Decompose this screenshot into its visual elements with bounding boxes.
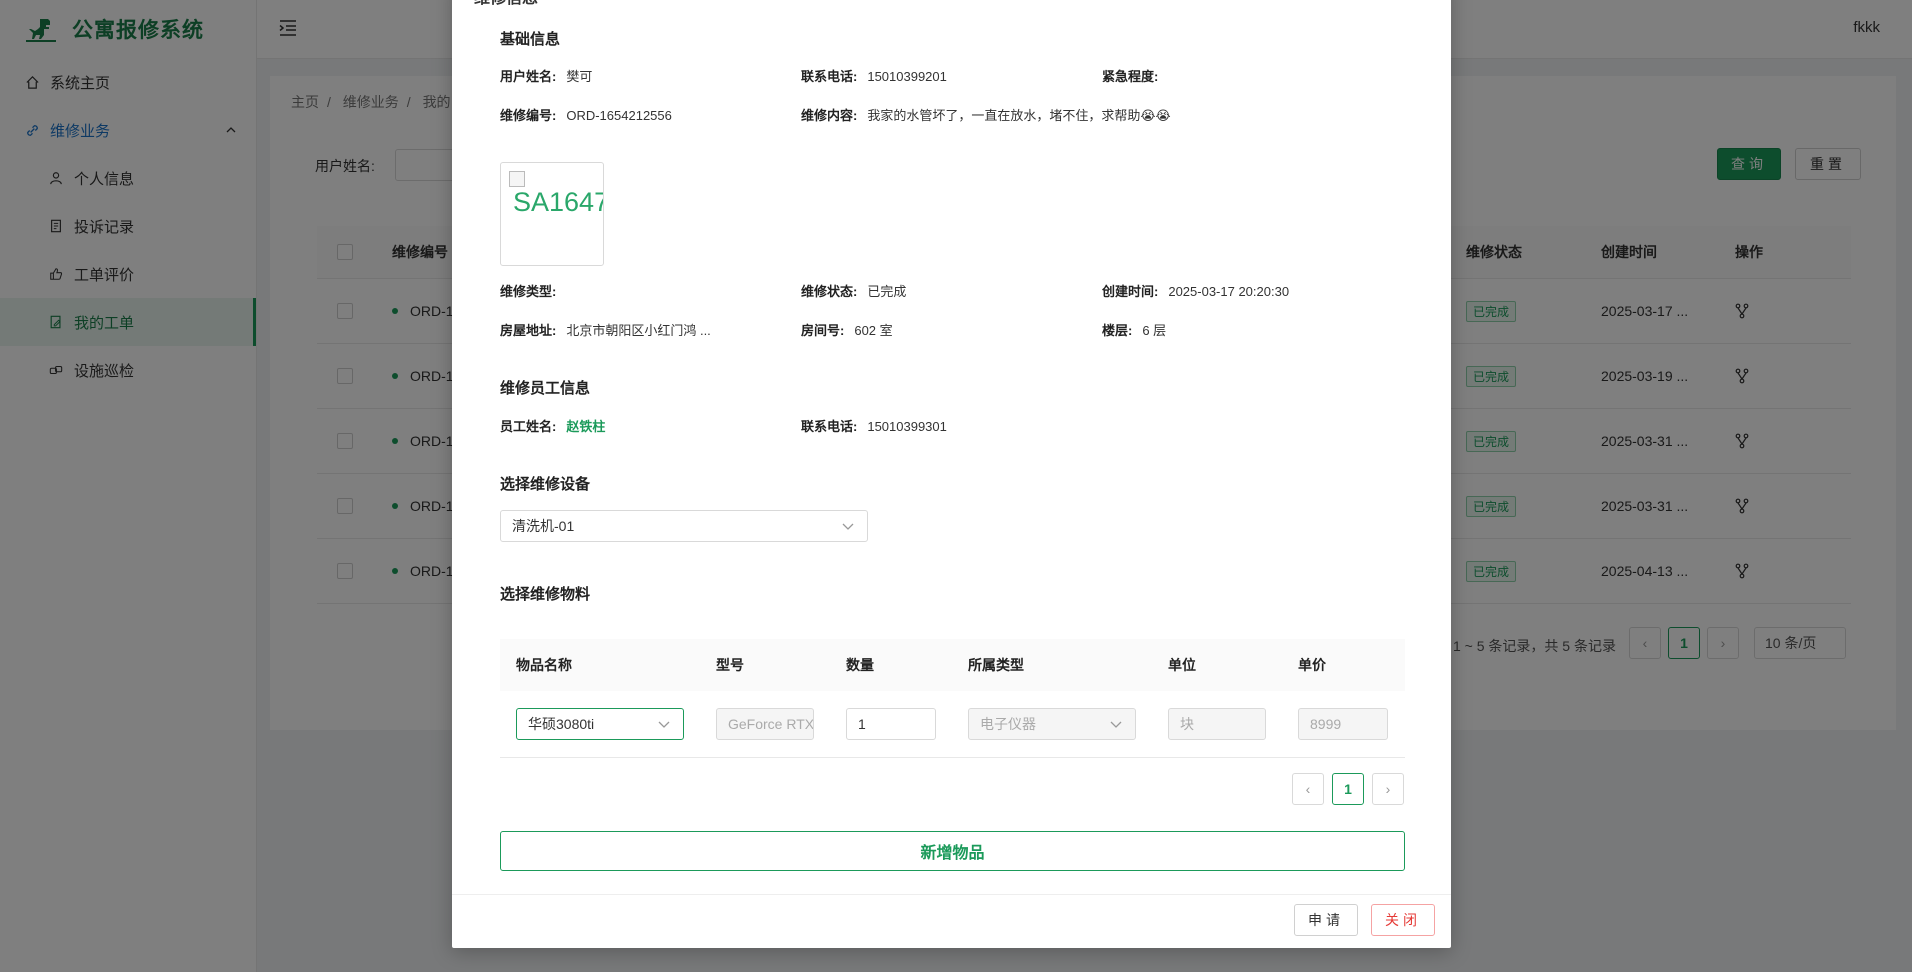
- field-label: 维修内容:: [801, 108, 858, 123]
- header-qty: 数量: [846, 657, 874, 673]
- field-value: 赵铁柱: [566, 419, 606, 434]
- header-item-name: 物品名称: [516, 657, 572, 673]
- field-label: 维修编号:: [500, 108, 557, 123]
- field-room: 房间号: 602 室: [801, 320, 893, 339]
- field-label: 楼层:: [1102, 323, 1133, 338]
- close-icon[interactable]: ×: [1421, 0, 1433, 3]
- field-user-name: 用户姓名: 樊可: [500, 66, 592, 85]
- repair-detail-dialog: 维修信息 × 基础信息 用户姓名: 樊可 联系电话: 15010399201 紧急程…: [452, 0, 1451, 948]
- header-category: 所属类型: [968, 657, 1024, 673]
- field-value: 2025-03-17 20:20:30: [1168, 284, 1290, 299]
- add-item-button[interactable]: 新增物品: [500, 831, 1405, 871]
- field-label: 房屋地址:: [500, 323, 557, 338]
- apply-button[interactable]: 申请: [1294, 904, 1358, 936]
- field-value: 我家的水管坏了，一直在放水，堵不住，求帮助😭😭: [867, 108, 1171, 123]
- close-button[interactable]: 关闭: [1371, 904, 1435, 936]
- quantity-input[interactable]: 1: [846, 708, 936, 740]
- field-status: 维修状态: 已完成: [801, 281, 906, 300]
- device-select-value: 清洗机-01: [512, 518, 575, 534]
- field-value: 15010399301: [867, 419, 947, 434]
- field-created: 创建时间: 2025-03-17 20:20:30: [1102, 281, 1289, 300]
- item-name-value: 华硕3080ti: [528, 716, 595, 732]
- field-label: 创建时间:: [1102, 284, 1159, 299]
- field-staff-name: 员工姓名: 赵铁柱: [500, 416, 605, 435]
- field-staff-phone: 联系电话: 15010399301: [801, 416, 947, 435]
- section-device-title: 选择维修设备: [500, 476, 591, 493]
- field-value: 15010399201: [867, 69, 947, 84]
- field-label: 联系电话:: [801, 69, 858, 84]
- header-price: 单价: [1298, 657, 1326, 673]
- section-basic-title: 基础信息: [500, 31, 561, 48]
- field-label: 维修类型:: [500, 284, 557, 299]
- materials-next-page-button[interactable]: ›: [1372, 773, 1404, 805]
- model-input: GeForce RTX: [716, 708, 814, 740]
- field-label: 用户姓名:: [500, 69, 557, 84]
- unit-input: 块: [1168, 708, 1266, 740]
- field-label: 员工姓名:: [500, 419, 557, 434]
- field-value: ORD-1654212556: [566, 108, 672, 123]
- chevron-down-icon: [1110, 721, 1122, 728]
- item-name-select[interactable]: 华硕3080ti: [516, 708, 684, 740]
- chevron-down-icon: [842, 523, 854, 530]
- dialog-title: 维修信息: [474, 0, 538, 8]
- field-value: 北京市朝阳区小红门鸿 ...: [566, 323, 711, 338]
- price-input: 8999: [1298, 708, 1388, 740]
- field-order-no: 维修编号: ORD-1654212556: [500, 105, 672, 124]
- device-select[interactable]: 清洗机-01: [500, 510, 868, 542]
- field-floor: 楼层: 6 层: [1102, 320, 1166, 339]
- field-value: 樊可: [566, 69, 593, 84]
- field-value: 6 层: [1142, 323, 1167, 338]
- field-label: 房间号:: [801, 323, 845, 338]
- field-label: 紧急程度:: [1102, 69, 1159, 84]
- repair-image[interactable]: SA1647500: [500, 162, 604, 266]
- header-unit: 单位: [1168, 657, 1196, 673]
- materials-table-header: 物品名称 型号 数量 所属类型 单位 单价: [500, 639, 1405, 691]
- section-materials-title: 选择维修物料: [500, 586, 591, 603]
- chevron-down-icon: [658, 721, 670, 728]
- field-label: 联系电话:: [801, 419, 858, 434]
- field-value: 602 室: [854, 323, 893, 338]
- field-content: 维修内容: 我家的水管坏了，一直在放水，堵不住，求帮助😭😭: [801, 105, 1171, 124]
- materials-page-number[interactable]: 1: [1332, 773, 1364, 805]
- materials-table: 物品名称 型号 数量 所属类型 单位 单价 华硕3080ti GeForce R…: [500, 639, 1405, 758]
- field-address: 房屋地址: 北京市朝阳区小红门鸿 ...: [500, 320, 711, 339]
- dialog-footer: 申请 关闭: [452, 894, 1451, 948]
- field-label: 维修状态:: [801, 284, 858, 299]
- category-value: 电子仪器: [980, 716, 1036, 732]
- header-model: 型号: [716, 657, 744, 673]
- field-phone: 联系电话: 15010399201: [801, 66, 947, 85]
- field-urgency: 紧急程度:: [1102, 66, 1168, 85]
- materials-row: 华硕3080ti GeForce RTX 1 电子仪器 块 8999: [500, 691, 1405, 758]
- category-select: 电子仪器: [968, 708, 1136, 740]
- materials-prev-page-button[interactable]: ‹: [1292, 773, 1324, 805]
- field-type: 维修类型:: [500, 281, 566, 300]
- image-alt-text: SA1647500: [513, 187, 603, 217]
- field-value: 已完成: [867, 284, 907, 299]
- section-staff-title: 维修员工信息: [500, 380, 591, 397]
